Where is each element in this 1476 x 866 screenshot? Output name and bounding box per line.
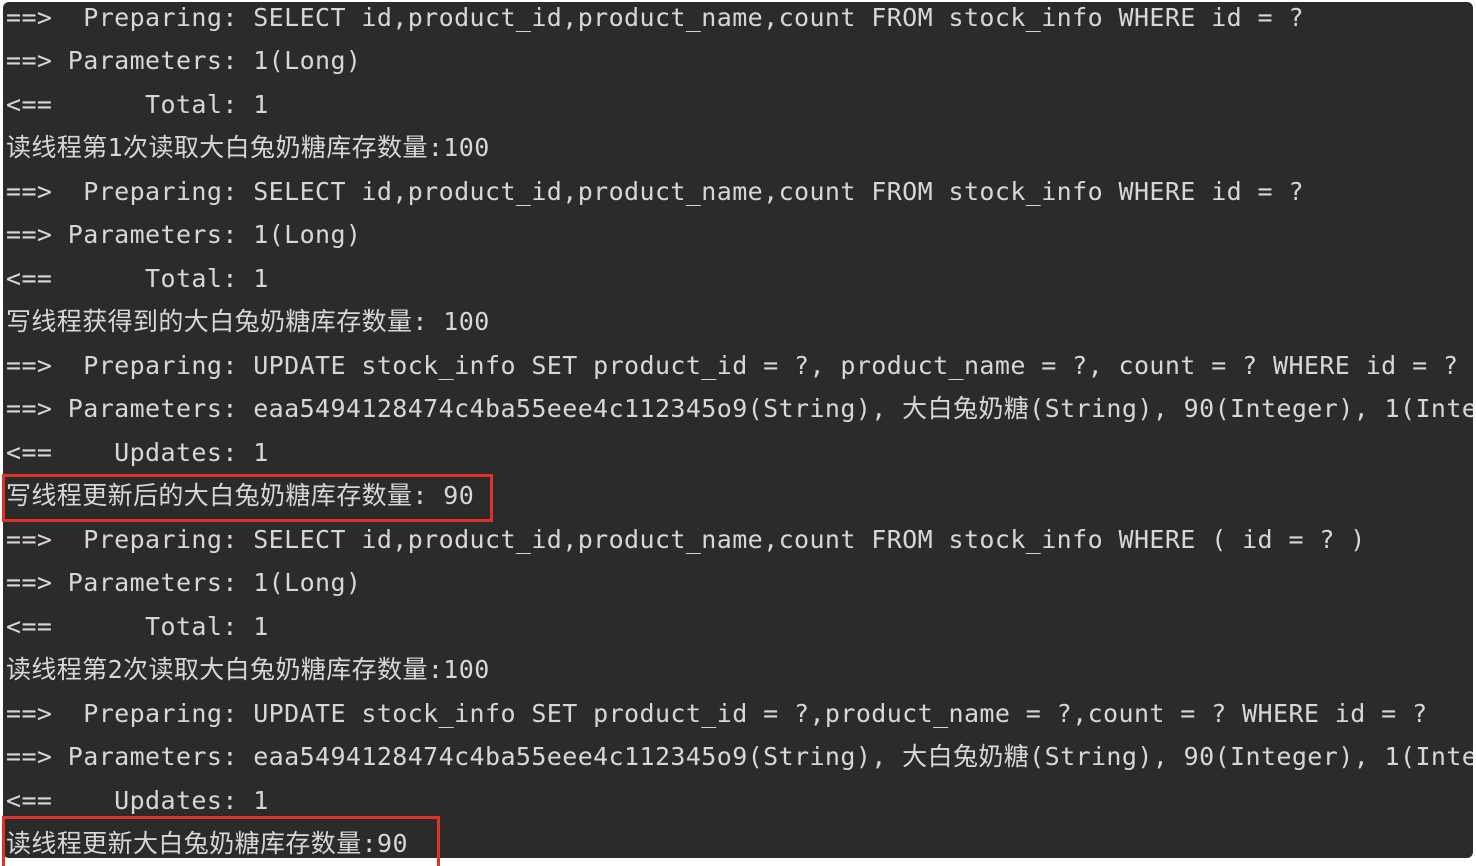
log-line-read-first: 读线程第1次读取大白兔奶糖库存数量:100 (6, 133, 490, 162)
console-output[interactable]: ==> Preparing: SELECT id,product_id,prod… (3, 2, 1473, 858)
log-line-write-read: 写线程获得到的大白兔奶糖库存数量: 100 (6, 307, 490, 336)
log-line-sql-parameters: ==> Parameters: 1(Long) (6, 568, 362, 597)
log-line-read-second: 读线程第2次读取大白兔奶糖库存数量:100 (6, 655, 490, 684)
log-line-sql-total: <== Total: 1 (6, 264, 269, 293)
log-line-sql-preparing: ==> Preparing: UPDATE stock_info SET pro… (6, 351, 1459, 380)
log-line-sql-preparing: ==> Preparing: SELECT id,product_id,prod… (6, 3, 1304, 32)
log-line-sql-parameters: ==> Parameters: 1(Long) (6, 46, 362, 75)
highlight-box-write-updated (2, 474, 493, 522)
log-line-sql-parameters: ==> Parameters: 1(Long) (6, 220, 362, 249)
log-line-sql-preparing: ==> Preparing: UPDATE stock_info SET pro… (6, 699, 1428, 728)
log-line-sql-total: <== Total: 1 (6, 612, 269, 641)
log-line-sql-preparing: ==> Preparing: SELECT id,product_id,prod… (6, 525, 1366, 554)
log-line-sql-preparing: ==> Preparing: SELECT id,product_id,prod… (6, 177, 1304, 206)
log-line-sql-total: <== Total: 1 (6, 90, 269, 119)
highlight-box-read-updated (2, 816, 440, 866)
log-line-sql-parameters: ==> Parameters: eaa5494128474c4ba55eee4c… (6, 742, 1473, 771)
log-line-sql-parameters: ==> Parameters: eaa5494128474c4ba55eee4c… (6, 394, 1473, 423)
